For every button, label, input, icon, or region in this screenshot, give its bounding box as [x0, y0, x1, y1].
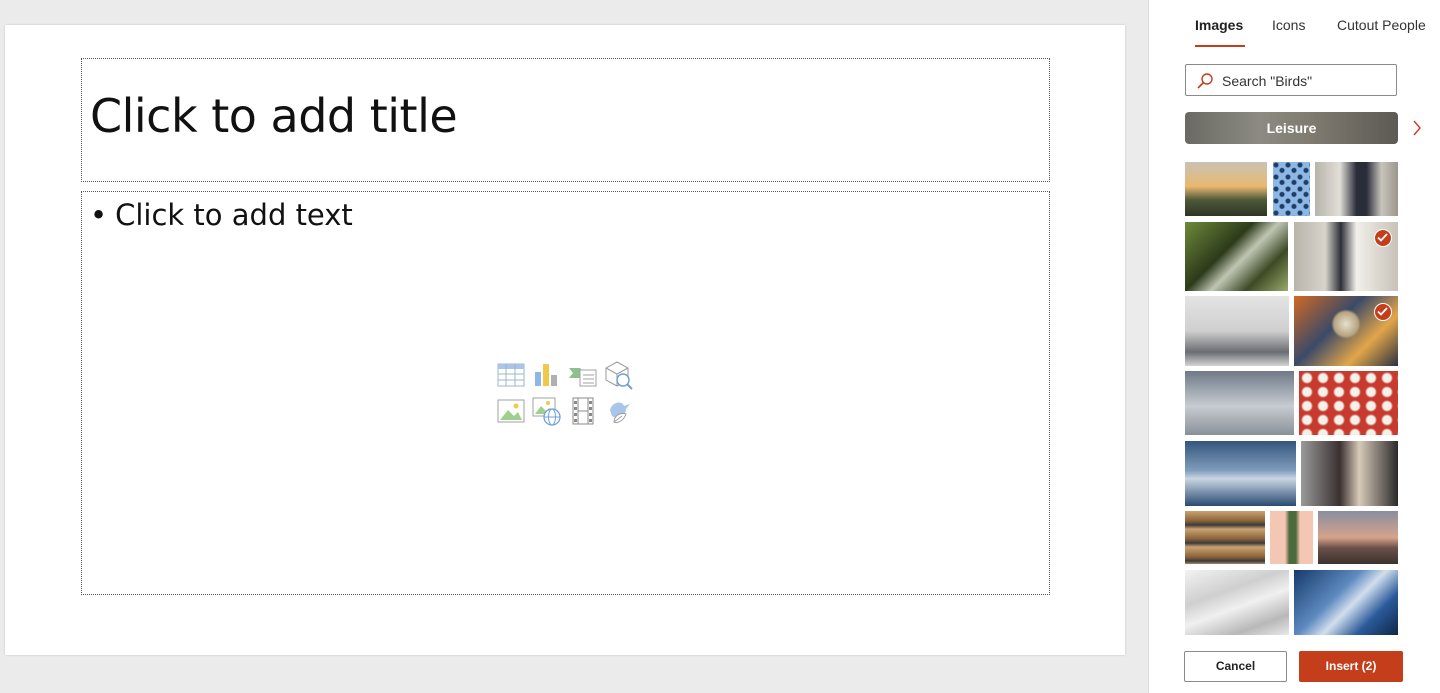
image-wedding-couple[interactable] — [1294, 222, 1398, 291]
title-placeholder[interactable]: Click to add title — [81, 58, 1050, 182]
image-woman-office-desk[interactable] — [1185, 296, 1289, 366]
category-leisure[interactable]: Leisure — [1185, 112, 1398, 144]
image-balance-scale[interactable] — [1185, 371, 1294, 435]
slide-canvas: Click to add title • Click to add text — [5, 25, 1125, 655]
search-placeholder: Search "Birds" — [1222, 73, 1313, 89]
table-icon[interactable] — [496, 360, 526, 390]
selected-check-icon — [1374, 229, 1392, 247]
search-input[interactable]: Search "Birds" — [1185, 64, 1397, 96]
active-tab-indicator — [1195, 45, 1245, 47]
image-crystal-ball-hand[interactable] — [1294, 296, 1398, 366]
body-placeholder-line: • Click to add text — [90, 198, 353, 232]
cancel-button[interactable]: Cancel — [1184, 651, 1287, 682]
online-picture-icon[interactable] — [532, 396, 562, 426]
panel-tabs: Images Icons Cutout People — [1149, 0, 1440, 50]
3d-model-icon[interactable] — [604, 360, 634, 390]
body-placeholder-text: Click to add text — [115, 198, 353, 232]
chevron-right-icon[interactable] — [1411, 118, 1423, 138]
selected-check-icon — [1374, 303, 1392, 321]
icons-icon[interactable] — [604, 396, 634, 426]
tab-icons[interactable]: Icons — [1272, 17, 1305, 33]
image-woman-sunset[interactable] — [1318, 511, 1398, 564]
title-placeholder-text: Click to add title — [90, 89, 458, 143]
image-woman-city-street[interactable] — [1315, 162, 1398, 216]
body-placeholder[interactable]: • Click to add text — [81, 191, 1050, 595]
bullet-marker: • — [90, 198, 108, 232]
stock-images-panel: Images Icons Cutout People Search "Birds… — [1148, 0, 1440, 693]
category-label: Leisure — [1266, 120, 1317, 136]
insert-button[interactable]: Insert (2) — [1299, 651, 1403, 682]
image-barber-haircut[interactable] — [1301, 441, 1398, 506]
video-icon[interactable] — [568, 396, 598, 426]
tab-images[interactable]: Images — [1195, 17, 1243, 33]
insert-content-icons — [496, 360, 640, 430]
image-baguettes[interactable] — [1185, 511, 1265, 564]
image-man-watering-plants[interactable] — [1185, 222, 1288, 291]
tab-cutout-people[interactable]: Cutout People — [1337, 17, 1426, 33]
image-grid — [1185, 162, 1399, 638]
chart-icon[interactable] — [532, 360, 562, 390]
image-vaccine-glove[interactable] — [1294, 570, 1398, 635]
image-icy-landscape[interactable] — [1185, 441, 1296, 506]
image-book-pages[interactable] — [1185, 570, 1289, 635]
search-icon — [1197, 73, 1213, 89]
image-red-white-umbrellas[interactable] — [1299, 371, 1398, 435]
slide-editor: Click to add title • Click to add text — [0, 0, 1148, 693]
image-cactus[interactable] — [1270, 511, 1313, 564]
image-blue-bird-pattern[interactable] — [1273, 162, 1310, 216]
picture-icon[interactable] — [496, 396, 526, 426]
image-olive-branch-sunset[interactable] — [1185, 162, 1267, 216]
smartart-icon[interactable] — [568, 360, 598, 390]
